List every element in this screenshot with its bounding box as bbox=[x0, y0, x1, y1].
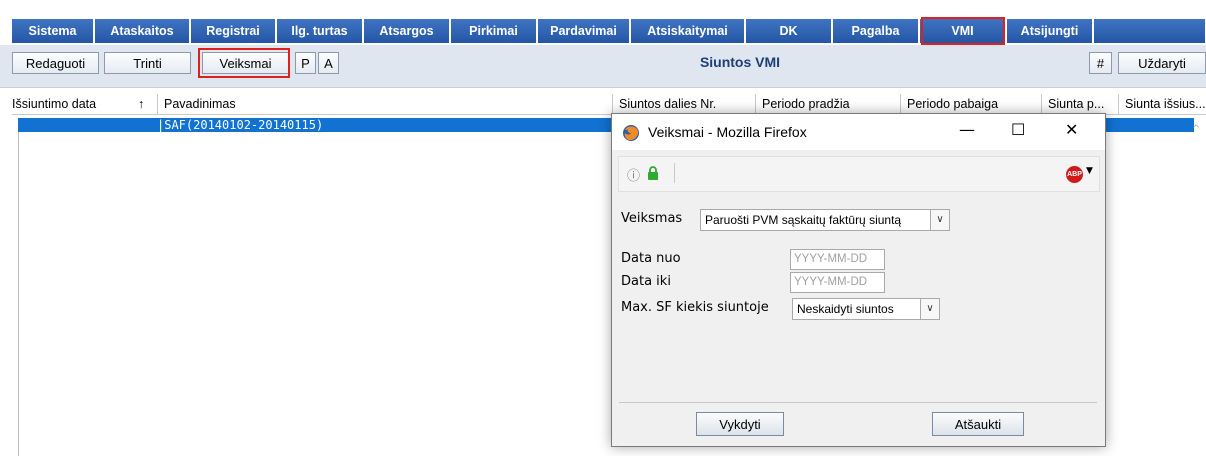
column-header-label: Išsiuntimo data bbox=[12, 97, 97, 111]
chevron-down-icon: ∨ bbox=[930, 210, 949, 230]
lock-icon bbox=[648, 166, 658, 180]
adblock-icon[interactable]: ABP bbox=[1066, 166, 1083, 183]
address-divider bbox=[674, 163, 675, 183]
main-menu-bar: Sistema Ataskaitos Registrai Ilg. turtas… bbox=[0, 17, 1206, 45]
grid-header: Išsiuntimo data ↑ Pavadinimas Siuntos da… bbox=[12, 94, 1206, 115]
chevron-down-icon[interactable]: ▼ bbox=[1086, 166, 1093, 176]
delete-button[interactable]: Trinti bbox=[104, 52, 191, 74]
close-icon[interactable]: ✕ bbox=[1065, 120, 1078, 139]
menu-item-dk[interactable]: DK bbox=[746, 19, 832, 43]
dialog-title: Veiksmai - Mozilla Firefox bbox=[648, 124, 807, 140]
menu-item-atsiskaitymai[interactable]: Atsiskaitymai bbox=[631, 19, 745, 43]
date-to-label: Data iki bbox=[621, 274, 671, 289]
max-sf-select[interactable]: Neskaidyti siuntos ∨ bbox=[792, 298, 940, 320]
date-from-label: Data nuo bbox=[621, 251, 681, 266]
cancel-button[interactable]: Atšaukti bbox=[932, 412, 1024, 436]
menu-item-sistema[interactable]: Sistema bbox=[12, 19, 94, 43]
address-bar[interactable]: ⓘ ABP ▼ bbox=[618, 156, 1100, 192]
menu-item-pagalba[interactable]: Pagalba bbox=[833, 19, 919, 43]
dialog-title-bar[interactable]: Veiksmai - Mozilla Firefox — ☐ ✕ bbox=[612, 114, 1105, 150]
menu-item-ilg-turtas[interactable]: Ilg. turtas bbox=[277, 19, 363, 43]
menu-item-pardavimai[interactable]: Pardavimai bbox=[538, 19, 630, 43]
column-header-siunta-issiusta[interactable]: Siunta išsius... bbox=[1118, 94, 1206, 114]
firefox-icon bbox=[623, 125, 639, 141]
max-sf-select-value: Neskaidyti siuntos bbox=[797, 302, 894, 316]
grid-left-border bbox=[18, 132, 19, 456]
toolbar: Redaguoti Trinti Veiksmai P A Siuntos VM… bbox=[0, 45, 1206, 87]
actions-dialog: Veiksmai - Mozilla Firefox — ☐ ✕ ⓘ ABP ▼… bbox=[611, 113, 1106, 447]
scroll-up-icon[interactable]: ^ bbox=[1192, 124, 1200, 135]
maximize-icon[interactable]: ☐ bbox=[1011, 120, 1025, 139]
info-icon[interactable]: ⓘ bbox=[627, 165, 640, 184]
hash-button[interactable]: # bbox=[1089, 52, 1112, 74]
close-button[interactable]: Uždaryti bbox=[1118, 52, 1206, 74]
column-header-periodo-pabaiga[interactable]: Periodo pabaiga bbox=[900, 94, 1041, 114]
execute-button[interactable]: Vykdyti bbox=[696, 412, 784, 436]
column-header-siuntos-dalies-nr[interactable]: Siuntos dalies Nr. bbox=[612, 94, 757, 114]
action-select-value: Paruošti PVM sąskaitų faktūrų siuntą bbox=[705, 213, 902, 227]
edit-button[interactable]: Redaguoti bbox=[12, 52, 99, 74]
chevron-down-icon: ∨ bbox=[920, 299, 939, 319]
sort-ascending-icon: ↑ bbox=[138, 97, 145, 111]
menu-item-pirkimai[interactable]: Pirkimai bbox=[451, 19, 537, 43]
menu-item-atsargos[interactable]: Atsargos bbox=[364, 19, 450, 43]
column-header-pavadinimas[interactable]: Pavadinimas bbox=[157, 94, 612, 114]
menu-item-atsijungti[interactable]: Atsijungti bbox=[1007, 19, 1093, 43]
menu-item-vmi[interactable]: VMI bbox=[920, 19, 1006, 43]
column-header-periodo-pradzia[interactable]: Periodo pradžia bbox=[755, 94, 905, 114]
date-from-input[interactable]: YYYY-MM-DD bbox=[790, 249, 885, 270]
action-label: Veiksmas bbox=[621, 211, 683, 226]
a-button[interactable]: A bbox=[318, 52, 339, 74]
max-sf-label: Max. SF kiekis siuntoje bbox=[621, 300, 769, 315]
column-header-siunta-p[interactable]: Siunta p... bbox=[1041, 94, 1119, 114]
date-to-input[interactable]: YYYY-MM-DD bbox=[790, 272, 885, 293]
page-title: Siuntos VMI bbox=[699, 54, 781, 70]
menu-bar-filler bbox=[1094, 19, 1206, 43]
menu-item-ataskaitos[interactable]: Ataskaitos bbox=[95, 19, 190, 43]
footer-divider bbox=[619, 402, 1097, 403]
minimize-icon[interactable]: — bbox=[959, 120, 975, 139]
row-name-cell: |SAF(20140102-20140115) bbox=[157, 118, 324, 132]
dialog-body: Veiksmas Paruošti PVM sąskaitų faktūrų s… bbox=[612, 200, 1105, 446]
menu-item-registrai[interactable]: Registrai bbox=[191, 19, 276, 43]
actions-button[interactable]: Veiksmai bbox=[202, 52, 289, 74]
p-button[interactable]: P bbox=[295, 52, 316, 74]
action-select[interactable]: Paruošti PVM sąskaitų faktūrų siuntą ∨ bbox=[700, 209, 950, 231]
column-header-issiuntimo-data[interactable]: Išsiuntimo data ↑ bbox=[12, 94, 152, 114]
